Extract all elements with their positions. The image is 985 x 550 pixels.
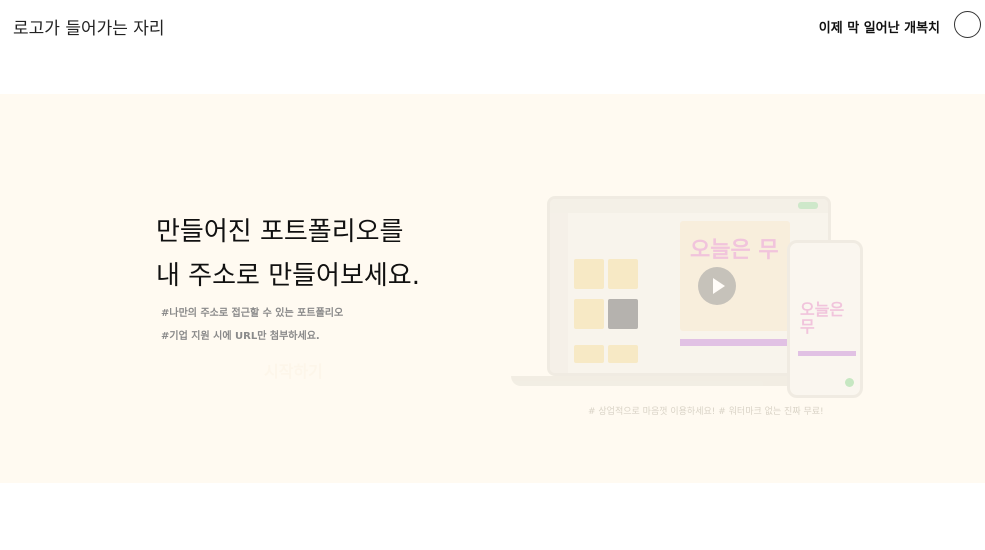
template-thumbnail [574,299,604,329]
logo-placeholder[interactable]: 로고가 들어가는 자리 [13,14,165,39]
template-thumbnail [608,259,638,289]
phone-canvas-bar [798,351,856,356]
hero-headline-line1: 만들어진 포트폴리오를 [156,217,404,247]
preview-mockup: 오늘은 무 오늘은 무 [505,196,875,411]
hero-headline: 만들어진 포트폴리오를 내 주소로 만들어보세요. [156,210,420,298]
avatar[interactable] [954,11,981,38]
play-icon[interactable] [698,267,736,305]
design-canvas: 오늘은 무 [680,221,790,331]
laptop-toolbar-button [798,202,818,209]
hero-tag-address: #나만의 주소로 접근할 수 있는 포트폴리오 [161,308,344,319]
template-thumbnail [574,259,604,289]
phone-preview: 오늘은 무 [787,240,863,398]
preview-caption: # 상업적으로 마음껏 이용하세요! # 워터마크 없는 진짜 무료! [588,407,824,417]
hero-tag-url: #기업 지원 시에 URL만 첨부하세요. [161,331,320,342]
laptop-sidebar [550,213,568,373]
canvas-title: 오늘은 무 [690,238,779,263]
laptop-toolbar [550,199,828,213]
header: 로고가 들어가는 자리 이제 막 일어난 개복치 [0,0,985,52]
canvas-bar [680,339,790,346]
template-thumbnail [608,345,638,363]
hero-headline-line2: 내 주소로 만들어보세요. [156,261,420,291]
template-thumbnail [574,345,604,363]
start-button[interactable]: 시작하기 [258,356,329,384]
phone-dot-icon [845,378,854,387]
template-thumbnail [608,299,638,329]
username-label[interactable]: 이제 막 일어난 개복치 [819,17,940,36]
phone-canvas-title: 오늘은 무 [800,300,845,336]
